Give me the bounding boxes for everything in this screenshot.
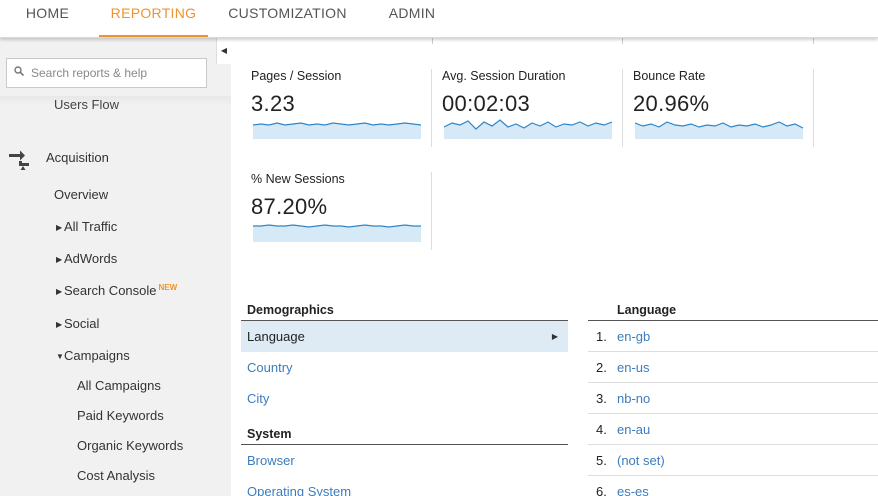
- sparkline: [253, 224, 421, 242]
- caret-right-icon: ▶: [56, 320, 63, 329]
- caret-right-icon: ▶: [551, 332, 558, 341]
- divider: [431, 172, 432, 250]
- system-title: System: [247, 427, 292, 441]
- demographics-title: Demographics: [247, 303, 334, 317]
- language-link[interactable]: en-us: [617, 352, 650, 383]
- top-nav: HOME REPORTING CUSTOMIZATION ADMIN: [0, 0, 878, 38]
- language-link[interactable]: es-es: [617, 476, 649, 496]
- caret-right-icon: ▶: [56, 255, 63, 264]
- acquisition-icon: [9, 150, 29, 170]
- dimension-city[interactable]: City: [241, 383, 568, 414]
- divider: [431, 69, 432, 147]
- language-link[interactable]: nb-no: [617, 383, 650, 414]
- metric-label: Bounce Rate: [633, 69, 706, 83]
- new-badge: NEW: [158, 283, 178, 292]
- sidebar-item-adwords[interactable]: ▶ AdWords: [56, 251, 117, 266]
- sidebar-item-all-traffic[interactable]: ▶ All Traffic: [56, 219, 117, 234]
- caret-right-icon: ▶: [56, 287, 63, 296]
- sparkline: [444, 119, 612, 139]
- sidebar-item-users-flow[interactable]: Users Flow: [54, 100, 119, 110]
- dimension-browser[interactable]: Browser: [241, 445, 568, 476]
- caret-right-icon: ▶: [56, 223, 63, 232]
- tab-reporting[interactable]: REPORTING: [99, 0, 208, 37]
- metric-label: Avg. Session Duration: [442, 69, 566, 83]
- sparkline: [635, 121, 803, 139]
- sidebar-item-cost-analysis[interactable]: Cost Analysis: [77, 468, 155, 483]
- table-row: 5. (not set): [588, 445, 878, 476]
- sidebar-item-acquisition[interactable]: Acquisition: [46, 150, 109, 165]
- language-link[interactable]: (not set): [617, 445, 665, 476]
- metric-avg-session-duration[interactable]: Avg. Session Duration 00:02:03: [442, 69, 623, 149]
- sidebar-item-organic-keywords[interactable]: Organic Keywords: [77, 438, 183, 453]
- tab-admin[interactable]: ADMIN: [377, 0, 447, 37]
- sidebar-item-paid-keywords[interactable]: Paid Keywords: [77, 408, 164, 423]
- metric-label: Pages / Session: [251, 69, 342, 83]
- metric-value: 00:02:03: [442, 91, 531, 116]
- divider: [813, 38, 814, 44]
- collapse-sidebar-button[interactable]: ◀: [216, 38, 231, 64]
- tab-home[interactable]: HOME: [0, 0, 95, 37]
- table-row: 2. en-us: [588, 352, 878, 383]
- metric-value: 20.96%: [633, 91, 710, 116]
- sidebar-item-all-campaigns[interactable]: All Campaigns: [77, 378, 161, 393]
- table-row: 3. nb-no: [588, 383, 878, 414]
- search-input[interactable]: [31, 63, 201, 83]
- sidebar-item-overview[interactable]: Overview: [54, 187, 108, 202]
- metric-value: 87.20%: [251, 194, 328, 219]
- sidebar: ◀ Users Flow Acquisition Overview ▶All T…: [0, 38, 231, 496]
- language-table-title: Language: [617, 303, 677, 317]
- dimension-language[interactable]: Language ▶: [241, 321, 568, 352]
- divider: [622, 38, 623, 44]
- sparkline: [253, 122, 421, 139]
- table-row: 4. en-au: [588, 414, 878, 445]
- divider: [813, 69, 814, 147]
- sidebar-item-search-console[interactable]: ▶ Search Console NEW: [56, 283, 177, 298]
- dimension-operating-system[interactable]: Operating System: [241, 476, 568, 496]
- language-link[interactable]: en-gb: [617, 321, 650, 352]
- divider: [622, 69, 623, 147]
- divider: [432, 38, 433, 44]
- search-icon: [14, 66, 24, 76]
- table-row: 1. en-gb: [588, 321, 878, 352]
- language-link[interactable]: en-au: [617, 414, 650, 445]
- metric-value: 3.23: [251, 91, 296, 116]
- caret-down-icon: ▼: [56, 352, 64, 361]
- metric-label: % New Sessions: [251, 172, 345, 186]
- tab-customization[interactable]: CUSTOMIZATION: [222, 0, 353, 37]
- metric-pages-per-session[interactable]: Pages / Session 3.23: [251, 69, 432, 149]
- sidebar-item-campaigns[interactable]: ▼Campaigns: [56, 348, 130, 363]
- metric-bounce-rate[interactable]: Bounce Rate 20.96%: [633, 69, 814, 149]
- main-content: Pages / Session 3.23 Avg. Session Durati…: [231, 38, 878, 496]
- search-box[interactable]: [6, 58, 207, 88]
- dimension-country[interactable]: Country: [241, 352, 568, 383]
- table-row: 6. es-es: [588, 476, 878, 496]
- chevron-left-icon: ◀: [220, 46, 228, 55]
- sidebar-item-social[interactable]: ▶ Social: [56, 316, 99, 331]
- metric-new-sessions[interactable]: % New Sessions 87.20%: [251, 172, 432, 252]
